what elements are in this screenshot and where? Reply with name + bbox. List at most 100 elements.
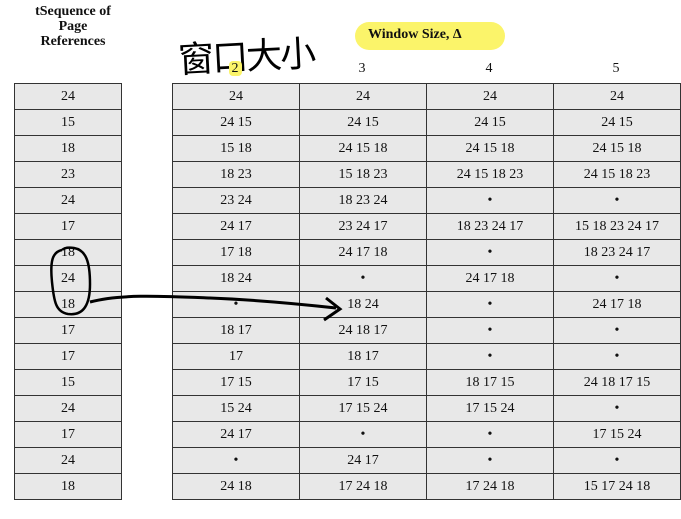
working-set-cell: 17 15 24 (553, 421, 681, 448)
working-set-cell: 15 18 23 24 17 (553, 213, 681, 240)
window-size-header-4: 4 (485, 61, 493, 76)
working-set-cell: • (299, 265, 427, 292)
working-set-cell: • (426, 447, 554, 474)
working-set-cell: • (299, 421, 427, 448)
sequence-cell: 18 (14, 135, 122, 162)
working-set-cell: • (553, 447, 681, 474)
sequence-cell: 18 (14, 239, 122, 266)
working-set-cell: 18 17 (299, 343, 427, 370)
working-set-cell: 24 18 17 15 (553, 369, 681, 396)
window-size-header-3: 3 (358, 61, 366, 76)
working-set-cell: • (553, 265, 681, 292)
sequence-row: 15 (14, 109, 122, 136)
window-size-header-5: 5 (612, 61, 620, 76)
window-size-2-label: 2 (228, 61, 242, 76)
table-row: 17 18 17 • • (172, 343, 681, 370)
sequence-row: 17 (14, 213, 122, 240)
working-set-cell: 18 23 24 17 (426, 213, 554, 240)
sequence-cell: 17 (14, 421, 122, 448)
sequence-cell: 15 (14, 369, 122, 396)
sequence-row: 18 (14, 291, 122, 318)
working-set-cell: 18 23 24 17 (553, 239, 681, 266)
sequence-row: 17 (14, 421, 122, 448)
sequence-row: 18 (14, 135, 122, 162)
sequence-row: 18 (14, 239, 122, 266)
sequence-row: 24 (14, 447, 122, 474)
working-set-cell: 24 (172, 83, 300, 110)
sequence-cell: 15 (14, 109, 122, 136)
working-set-cell: • (426, 187, 554, 214)
working-set-cell: • (553, 317, 681, 344)
table-row: 24 15 24 15 24 15 24 15 (172, 109, 681, 136)
working-set-cell: • (426, 421, 554, 448)
sequence-cell: 24 (14, 187, 122, 214)
sequence-cell: 17 (14, 213, 122, 240)
working-set-cell: 24 15 18 (553, 135, 681, 162)
sequence-table: 24 15 18 23 24 17 18 24 18 17 17 15 24 17 24 18 (14, 83, 122, 500)
table-row: 17 18 24 17 18 • 18 23 24 17 (172, 239, 681, 266)
working-set-cell: 18 23 (172, 161, 300, 188)
working-set-cell: 23 24 (172, 187, 300, 214)
working-set-cell: 17 18 (172, 239, 300, 266)
sequence-cell: 24 (14, 83, 122, 110)
working-set-cell: 24 (299, 83, 427, 110)
working-set-cell: 24 15 (553, 109, 681, 136)
sequence-row: 17 (14, 317, 122, 344)
working-set-cell: • (426, 343, 554, 370)
working-set-cell: 24 15 18 (426, 135, 554, 162)
sequence-cell: 23 (14, 161, 122, 188)
working-set-cell: 18 17 15 (426, 369, 554, 396)
sequence-row: 15 (14, 369, 122, 396)
working-set-cell: • (426, 239, 554, 266)
working-set-table: 24 24 24 24 24 15 24 15 24 15 24 15 15 18 24 15 1… (172, 83, 681, 500)
working-set-cell: 24 17 (172, 213, 300, 240)
working-set-cell: 17 24 18 (299, 473, 427, 500)
working-set-cell: 15 24 (172, 395, 300, 422)
working-set-cell: 15 18 23 (299, 161, 427, 188)
sequence-row: 24 (14, 187, 122, 214)
working-set-cell: 18 24 (299, 291, 427, 318)
sequence-row: 24 (14, 265, 122, 292)
working-set-cell: 17 24 18 (426, 473, 554, 500)
sequence-row: 17 (14, 343, 122, 370)
sequence-cell: 18 (14, 291, 122, 318)
working-set-cell: • (553, 343, 681, 370)
table-row: • 18 24 • 24 17 18 (172, 291, 681, 318)
table-row: 15 24 17 15 24 17 15 24 • (172, 395, 681, 422)
working-set-cell: 24 15 (426, 109, 554, 136)
working-set-cell: 24 18 (172, 473, 300, 500)
working-set-cell: 24 15 (172, 109, 300, 136)
sequence-row: 24 (14, 395, 122, 422)
working-set-cell: 23 24 17 (299, 213, 427, 240)
working-set-cell: 17 15 (299, 369, 427, 396)
working-set-cell: 24 15 18 (299, 135, 427, 162)
table-row: 15 18 24 15 18 24 15 18 24 15 18 (172, 135, 681, 162)
table-row: 24 18 17 24 18 17 24 18 15 17 24 18 (172, 473, 681, 500)
working-set-cell: 24 17 18 (553, 291, 681, 318)
sequence-header: tSequence of Page References (35, 4, 111, 49)
working-set-cell: • (553, 187, 681, 214)
table-row: 24 17 • • 17 15 24 (172, 421, 681, 448)
working-set-cell: 24 17 18 (299, 239, 427, 266)
window-size-header-2: 2 (172, 61, 298, 77)
working-set-cell: 24 18 17 (299, 317, 427, 344)
working-set-cell: • (172, 447, 300, 474)
working-set-cell: 24 15 18 23 (553, 161, 681, 188)
working-set-cell: • (553, 395, 681, 422)
sequence-row: 24 (14, 83, 122, 110)
working-set-cell: 17 15 24 (426, 395, 554, 422)
sequence-row: 18 (14, 473, 122, 500)
working-set-cell: • (426, 291, 554, 318)
working-set-cell: 17 (172, 343, 300, 370)
sequence-cell: 17 (14, 317, 122, 344)
working-set-cell: 17 15 (172, 369, 300, 396)
working-set-cell: 24 (426, 83, 554, 110)
table-row: 18 17 24 18 17 • • (172, 317, 681, 344)
sequence-row: 23 (14, 161, 122, 188)
working-set-cell: 24 17 18 (426, 265, 554, 292)
sequence-cell: 17 (14, 343, 122, 370)
working-set-cell: 24 17 (172, 421, 300, 448)
working-set-cell: 17 15 24 (299, 395, 427, 422)
working-set-cell: 15 17 24 18 (553, 473, 681, 500)
working-set-cell: 18 24 (172, 265, 300, 292)
